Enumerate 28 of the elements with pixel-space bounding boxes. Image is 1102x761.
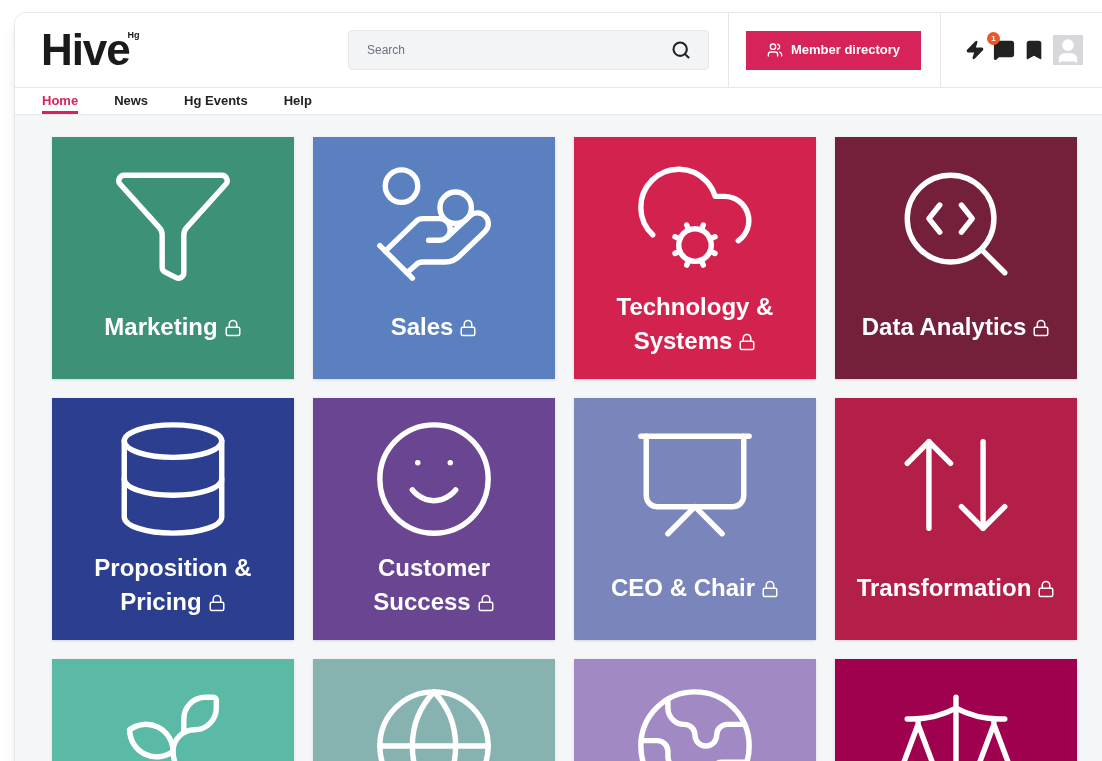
nav-tab[interactable]: Help <box>283 88 312 114</box>
tile-label: Transformation <box>856 573 1032 601</box>
category-tile[interactable]: Customer Success <box>313 397 555 640</box>
category-tile[interactable]: Marketing <box>52 136 294 379</box>
category-tile[interactable]: Technology & Systems <box>574 136 816 379</box>
category-tile[interactable]: Sales <box>313 136 555 379</box>
member-directory-button[interactable]: Member directory <box>746 30 921 70</box>
tile-label: Sales <box>390 312 454 340</box>
nav-tab[interactable]: News <box>114 88 149 114</box>
category-tile[interactable]: CEO & Chair <box>574 397 816 640</box>
nav-tab[interactable]: Home <box>42 88 79 114</box>
nav-tab[interactable]: Hg Events <box>184 88 248 114</box>
chat-icon[interactable] <box>993 39 1015 61</box>
tile-label: Technology & Systems <box>616 292 774 354</box>
category-tile[interactable]: Proposition & Pricing <box>52 397 294 640</box>
category-tile[interactable]: Data Analytics <box>835 136 1077 379</box>
logo-mark: Hg <box>127 29 140 40</box>
search-icon[interactable] <box>671 40 691 60</box>
tile-label: Marketing <box>104 312 218 340</box>
tile-label: Proposition & Pricing <box>94 553 252 615</box>
notification-badge: 1 <box>987 32 1000 45</box>
people-icon <box>766 42 783 58</box>
category-tile[interactable]: Transformation <box>835 397 1077 640</box>
lightning-icon[interactable] <box>965 40 985 60</box>
tile-label: CEO & Chair <box>611 573 755 601</box>
tile-label: Customer Success <box>373 553 490 615</box>
search-field[interactable]: Search <box>348 30 709 70</box>
tile-label: Data Analytics <box>861 312 1027 340</box>
